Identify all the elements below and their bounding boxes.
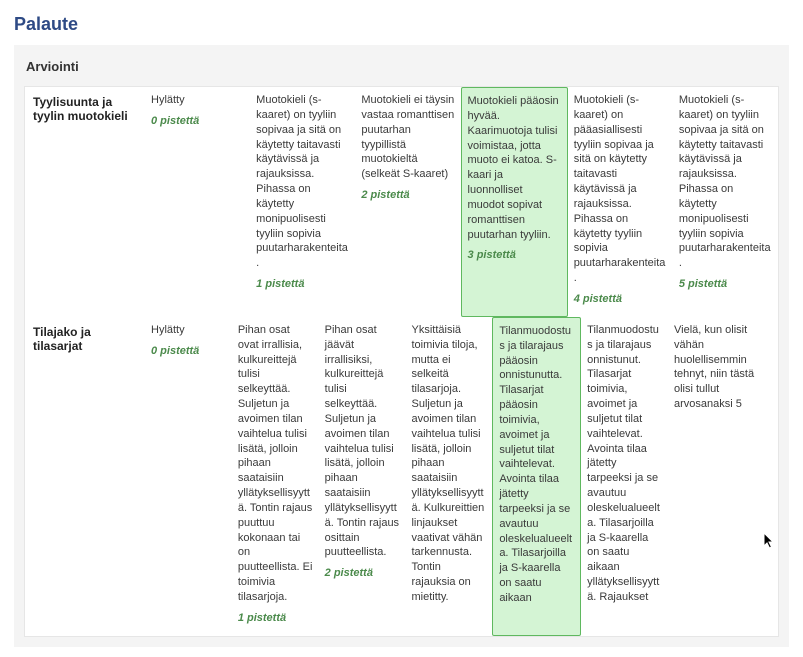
level-desc: Yksittäisiä toimivia tiloja, mutta ei se… bbox=[411, 323, 486, 605]
level-points: 2 pistettä bbox=[361, 188, 454, 203]
row-comment: Vielä, kun olisit vähän huolellisemmin t… bbox=[668, 317, 778, 636]
level-desc: Muotokieli pääosin hyvää. Kaarimuotoja t… bbox=[468, 94, 561, 242]
rubric-table: Tyylisuunta ja tyylin muotokieli Hylätty 0… bbox=[24, 86, 779, 637]
level-desc: Pihan osat ovat irrallisia, kulkureittej… bbox=[238, 323, 313, 605]
level-cell[interactable]: Hylätty 0 pistettä bbox=[145, 317, 232, 636]
page-title: Palaute bbox=[14, 14, 789, 35]
level-cell[interactable]: Muotokieli ei täysin vastaa romanttisen … bbox=[355, 87, 460, 317]
level-desc: Muotokieli (s-kaaret) on tyyliin sopivaa… bbox=[679, 93, 772, 271]
levels-wrap: Hylätty 0 pistettä Muotokieli (s-kaaret) o… bbox=[145, 87, 778, 317]
level-cell[interactable]: Muotokieli (s-kaaret) on pääasiallisesti… bbox=[568, 87, 673, 317]
criterion-label: Tilajako ja tilasarjat bbox=[25, 317, 145, 636]
level-points: 1 pistettä bbox=[238, 611, 313, 626]
rubric-row: Tyylisuunta ja tyylin muotokieli Hylätty 0… bbox=[25, 87, 778, 317]
level-points: 5 pistettä bbox=[679, 277, 772, 292]
level-desc: Tilanmuodostus ja tilarajaus pääosin onn… bbox=[499, 324, 574, 606]
level-desc: Tilanmuodostus ja tilarajaus onnistunut.… bbox=[587, 323, 662, 605]
level-points: 3 pistettä bbox=[468, 248, 561, 263]
level-desc: Muotokieli ei täysin vastaa romanttisen … bbox=[361, 93, 454, 182]
level-points: 1 pistettä bbox=[256, 277, 349, 292]
level-cell[interactable]: Muotokieli (s-kaaret) on tyyliin sopivaa… bbox=[250, 87, 355, 317]
level-points: 4 pistettä bbox=[574, 292, 667, 307]
level-cell[interactable]: Tilanmuodostus ja tilarajaus pääosin onn… bbox=[492, 317, 581, 636]
level-cell[interactable]: Muotokieli (s-kaaret) on tyyliin sopivaa… bbox=[673, 87, 778, 317]
rubric-row: Tilajako ja tilasarjat Hylätty 0 pistettä P… bbox=[25, 317, 778, 636]
level-cell[interactable]: Yksittäisiä toimivia tiloja, mutta ei se… bbox=[405, 317, 492, 636]
criterion-label: Tyylisuunta ja tyylin muotokieli bbox=[25, 87, 145, 317]
level-cell[interactable]: Pihan osat jäävät irrallisiksi, kulkurei… bbox=[319, 317, 406, 636]
level-points: 0 pistettä bbox=[151, 344, 226, 359]
level-desc: Hylätty bbox=[151, 323, 226, 338]
level-cell[interactable]: Hylätty 0 pistettä bbox=[145, 87, 250, 317]
level-desc: Muotokieli (s-kaaret) on tyyliin sopivaa… bbox=[256, 93, 349, 271]
level-cell[interactable]: Tilanmuodostus ja tilarajaus onnistunut.… bbox=[581, 317, 668, 636]
level-points: 0 pistettä bbox=[151, 114, 244, 129]
level-desc: Pihan osat jäävät irrallisiksi, kulkurei… bbox=[325, 323, 400, 561]
level-cell[interactable]: Muotokieli pääosin hyvää. Kaarimuotoja t… bbox=[461, 87, 568, 317]
page-container: Palaute Arviointi Tyylisuunta ja tyylin … bbox=[0, 0, 803, 657]
level-points: 2 pistettä bbox=[325, 566, 400, 581]
panel-arviointi: Arviointi Tyylisuunta ja tyylin muotokie… bbox=[14, 45, 789, 647]
panel-heading: Arviointi bbox=[24, 55, 779, 78]
levels-wrap: Hylätty 0 pistettä Pihan osat ovat irralli… bbox=[145, 317, 668, 636]
level-desc: Muotokieli (s-kaaret) on pääasiallisesti… bbox=[574, 93, 667, 286]
level-desc: Hylätty bbox=[151, 93, 244, 108]
level-cell[interactable]: Pihan osat ovat irrallisia, kulkureittej… bbox=[232, 317, 319, 636]
